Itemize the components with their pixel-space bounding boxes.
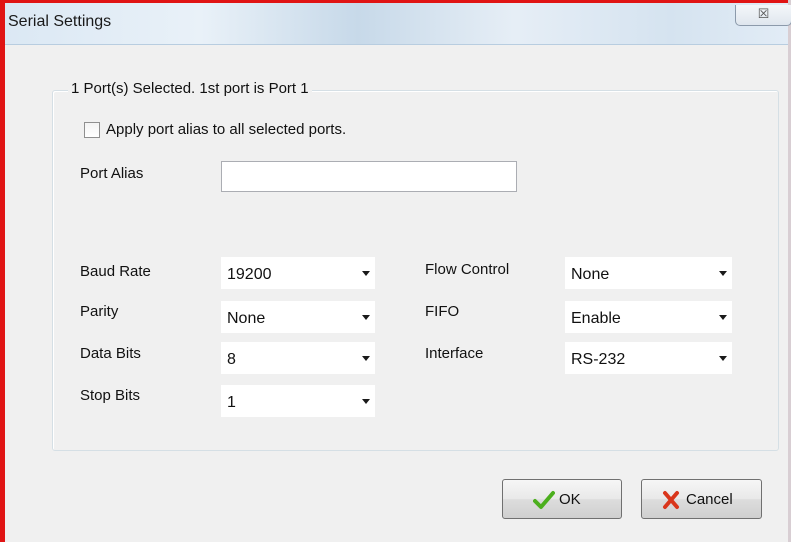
fifo-value: Enable [571, 310, 621, 327]
data-bits-value: 8 [227, 351, 236, 368]
close-button[interactable]: ☒ [735, 5, 791, 26]
parity-value: None [227, 310, 266, 327]
interface-select[interactable]: RS-232 [565, 342, 732, 374]
interface-label: Interface [425, 345, 484, 362]
fifo-select[interactable]: Enable [565, 301, 732, 333]
flow-control-select[interactable]: None [565, 257, 732, 289]
cancel-button-label: Cancel [686, 491, 733, 508]
chevron-down-icon [719, 271, 727, 276]
window-title: Serial Settings [8, 13, 112, 30]
baud-rate-select[interactable]: 19200 [221, 257, 375, 289]
chevron-down-icon [362, 399, 370, 404]
apply-alias-label[interactable]: Apply port alias to all selected ports. [106, 121, 346, 138]
chevron-down-icon [719, 356, 727, 361]
chevron-down-icon [362, 315, 370, 320]
port-alias-input[interactable] [221, 161, 517, 192]
parity-label: Parity [80, 303, 119, 320]
cancel-button[interactable]: Cancel [641, 479, 762, 519]
parity-select[interactable]: None [221, 301, 375, 333]
data-bits-select[interactable]: 8 [221, 342, 375, 374]
baud-rate-label: Baud Rate [80, 263, 151, 280]
ok-button[interactable]: OK [502, 479, 622, 519]
title-bar[interactable]: Serial Settings ☒ [5, 3, 791, 45]
chevron-down-icon [719, 315, 727, 320]
group-caption: 1 Port(s) Selected. 1st port is Port 1 [68, 80, 312, 97]
chevron-down-icon [362, 271, 370, 276]
chevron-down-icon [362, 356, 370, 361]
interface-value: RS-232 [571, 351, 626, 368]
flow-control-label: Flow Control [425, 261, 510, 278]
stop-bits-label: Stop Bits [80, 387, 141, 404]
apply-alias-checkbox[interactable] [84, 122, 100, 138]
port-alias-label: Port Alias [80, 165, 144, 182]
stop-bits-value: 1 [227, 394, 236, 411]
baud-rate-value: 19200 [227, 266, 272, 283]
close-icon: ☒ [757, 6, 770, 21]
checkmark-icon [533, 491, 555, 509]
stop-bits-select[interactable]: 1 [221, 385, 375, 417]
x-mark-icon [663, 491, 679, 509]
flow-control-value: None [571, 266, 610, 283]
fifo-label: FIFO [425, 303, 460, 320]
ok-button-label: OK [559, 491, 581, 508]
data-bits-label: Data Bits [80, 345, 141, 362]
